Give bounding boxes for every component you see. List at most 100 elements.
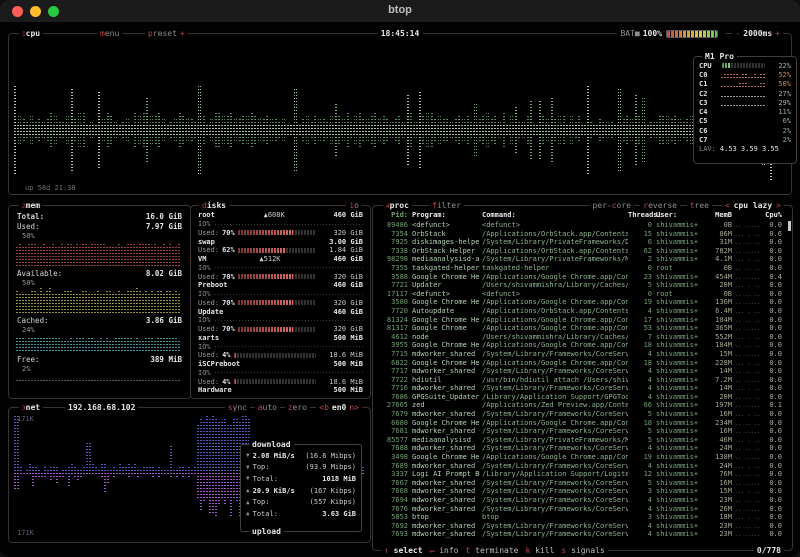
proc-command: taskgated-helper [482, 264, 628, 273]
col-pid[interactable]: Pid: [378, 211, 408, 219]
preset-button[interactable]: preset + [145, 29, 188, 38]
col-program[interactable]: Program: [412, 211, 482, 219]
net-ip: 192.168.68.102 [65, 403, 138, 412]
proc-row[interactable]: 81317Google Chrome/Applications/Google C… [373, 324, 792, 333]
col-user[interactable]: User: [656, 211, 704, 219]
proc-row[interactable]: 3588Google Chrome He/Applications/Google… [373, 273, 792, 282]
sort-prev-button[interactable]: < [725, 201, 730, 210]
proc-row[interactable]: 7688mdworker_shared/System/Library/Frame… [373, 444, 792, 453]
net-auto-toggle[interactable]: auto [255, 403, 280, 412]
proc-row[interactable]: 81324Google Chrome He/Applications/Googl… [373, 316, 792, 325]
interval-plus[interactable]: + [775, 29, 780, 38]
proc-row[interactable]: 7716mdworker_shared/System/Library/Frame… [373, 384, 792, 393]
proc-row[interactable]: 7715mdworker_shared/System/Library/Frame… [373, 350, 792, 359]
col-threads[interactable]: Threads: [628, 211, 652, 219]
proc-row[interactable]: 5853btopbtop3shivammis+18M... . ..0.0 [373, 513, 792, 522]
proc-pid: 7679 [378, 410, 408, 419]
net-sync-toggle[interactable]: sync [225, 403, 250, 412]
proc-row[interactable]: 7925diskimages-helpe/System/Library/Priv… [373, 238, 792, 247]
iface-prev-button[interactable]: <b [319, 403, 329, 412]
tree-toggle[interactable]: tree [687, 201, 712, 210]
reverse-toggle[interactable]: reverse [640, 201, 680, 210]
proc-row[interactable]: 7689mdworker_shared/System/Library/Frame… [373, 462, 792, 471]
proc-cpu-spark: ... . .. [732, 410, 762, 419]
proc-threads: 7 [628, 333, 652, 342]
proc-row[interactable]: 98298mediaanalysisd-a/System/Library/Pri… [373, 255, 792, 264]
proc-row[interactable]: 7355taskgated-helpertaskgated-helper0roo… [373, 264, 792, 273]
terminate-key[interactable]: t terminate [465, 546, 518, 555]
down-arrow-icon: ▼ [246, 475, 250, 482]
preset-plus[interactable]: + [180, 29, 185, 38]
proc-program: mdworker_shared [412, 410, 482, 419]
mem-value: 7.97 GiB [146, 222, 182, 231]
proc-pid: 7693 [378, 530, 408, 539]
proc-row[interactable]: 7686GPGSuite_Updater/Library/Application… [373, 393, 792, 402]
col-cpu[interactable]: Cpu% [762, 211, 782, 219]
proc-row[interactable]: 85577mediaanalysisd/System/Library/Priva… [373, 436, 792, 445]
proc-row[interactable]: 6822Google Chrome He/Applications/Google… [373, 359, 792, 368]
mem-graph [16, 335, 183, 353]
proc-scrollbar[interactable] [788, 221, 791, 231]
proc-row[interactable]: 17117<defunct><defunct>0root0B.. .. ..0.… [373, 290, 792, 299]
iface-next-button[interactable]: n> [349, 403, 359, 412]
proc-command: /System/Library/Frameworks/CoreServi [482, 384, 628, 393]
filter-button[interactable]: filter [429, 201, 464, 210]
sort-next-button[interactable]: > [776, 201, 781, 210]
proc-row[interactable]: 7354OrbStack/Applications/OrbStack.app/C… [373, 230, 792, 239]
proc-row[interactable]: 4612node/Users/shivammishra/Library/Cach… [373, 333, 792, 342]
proc-cpu: 0.0 [762, 350, 782, 359]
proc-row[interactable]: 3337Logi AI Prompt B/Library/Application… [373, 470, 792, 479]
percore-toggle[interactable]: per-core [589, 201, 634, 210]
signals-key[interactable]: s signals [561, 546, 604, 555]
col-command[interactable]: Command: [482, 211, 628, 219]
proc-command: /Library/Application Support/Logitec [482, 470, 628, 479]
proc-row[interactable]: 6680Google Chrome He/Applications/Google… [373, 419, 792, 428]
select-key[interactable]: ↑ select [384, 546, 423, 555]
proc-mem: 23M [704, 530, 732, 539]
proc-row[interactable]: 3498Google Chrome He/Applications/Google… [373, 453, 792, 462]
proc-row[interactable]: 3580Google Chrome He/Applications/Google… [373, 298, 792, 307]
proc-user: shivammis+ [656, 505, 704, 514]
disk-name-row: root▲608K460 GiB [192, 211, 369, 220]
proc-row[interactable]: 7717mdworker_shared/System/Library/Frame… [373, 367, 792, 376]
proc-user: shivammis+ [656, 384, 704, 393]
proc-row[interactable]: 7694mdworker_shared/System/Library/Frame… [373, 496, 792, 505]
proc-row[interactable]: 7692mdworker_shared/System/Library/Frame… [373, 522, 792, 531]
proc-mem: 138M [704, 453, 732, 462]
proc-row[interactable]: 7668mdworker_shared/System/Library/Frame… [373, 487, 792, 496]
proc-row[interactable]: 27665zed/Applications/Zed Preview.app/Co… [373, 401, 792, 410]
proc-mem: 24M [704, 444, 732, 453]
proc-count: 0/778 [754, 546, 784, 555]
proc-pid: 7355 [378, 264, 408, 273]
cpu-box: 1cpu menu preset + 18:45:14 BAT ■ 100% -… [8, 33, 792, 195]
proc-cpu-spark: .. .. .. [732, 522, 762, 531]
mem-label: Available: [17, 269, 62, 278]
proc-row[interactable]: 7720Autoupdate/Applications/OrbStack.app… [373, 307, 792, 316]
proc-row[interactable]: 7676mdworker_shared/System/Library/Frame… [373, 505, 792, 514]
core-graph [721, 80, 766, 88]
menu-button[interactable]: menu [97, 29, 122, 38]
proc-row[interactable]: 7681mdworker_shared/System/Library/Frame… [373, 427, 792, 436]
proc-row[interactable]: 89486<defunct><defunct>0shivammis+0B.. .… [373, 221, 792, 230]
col-mem[interactable]: MemB [704, 211, 732, 219]
proc-row[interactable]: 7693mdworker_shared/System/Library/Frame… [373, 530, 792, 539]
info-key[interactable]: ↵ info [430, 546, 459, 555]
interval-minus[interactable]: - [735, 29, 740, 38]
reverse-label: everse [648, 201, 677, 210]
kill-key[interactable]: k kill [526, 546, 555, 555]
disk-io-label: IO% [198, 369, 211, 377]
disks-label: isks [207, 201, 226, 210]
proc-cpu: 0.0 [762, 479, 782, 488]
net-zero-toggle[interactable]: zero [285, 403, 310, 412]
proc-row[interactable]: 7721Updater/Users/shivammishra/Library/C… [373, 281, 792, 290]
proc-row[interactable]: 3955Google Chrome He/Applications/Google… [373, 341, 792, 350]
proc-user: shivammis+ [656, 444, 704, 453]
io-mode-toggle[interactable]: io [346, 201, 362, 210]
proc-pid: 7676 [378, 505, 408, 514]
proc-command: /System/Library/Frameworks/CoreServi [482, 410, 628, 419]
proc-row[interactable]: 7338OrbStack Helper/Applications/OrbStac… [373, 247, 792, 256]
proc-row[interactable]: 7679 mdworker_shared/System/Library/Frame… [373, 410, 792, 419]
proc-pid: 7689 [378, 462, 408, 471]
proc-row[interactable]: 7667mdworker_shared/System/Library/Frame… [373, 479, 792, 488]
proc-row[interactable]: 7722hdiutil/usr/bin/hdiutil attach /User… [373, 376, 792, 385]
